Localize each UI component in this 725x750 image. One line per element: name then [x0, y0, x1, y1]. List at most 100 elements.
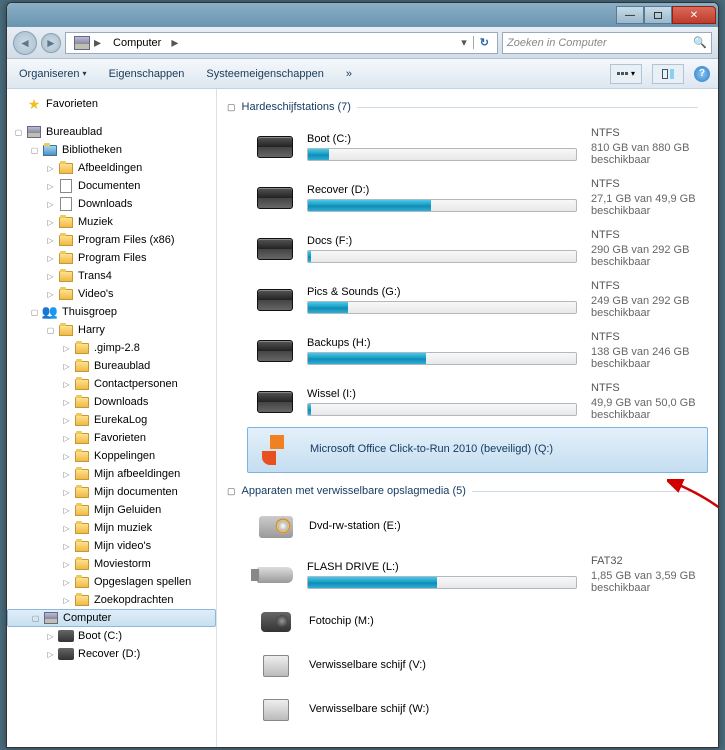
- expander-icon[interactable]: ▢: [45, 325, 56, 336]
- tree-item[interactable]: ▷Program Files (x86): [7, 231, 216, 249]
- help-button[interactable]: ?: [694, 66, 710, 82]
- tree-item[interactable]: ▢Bureaublad: [7, 123, 216, 141]
- tree-item[interactable]: ▷Opgeslagen spellen: [7, 573, 216, 591]
- tree-item[interactable]: ▷Documenten: [7, 177, 216, 195]
- expander-icon[interactable]: ▷: [61, 505, 72, 516]
- expander-icon[interactable]: ▷: [45, 271, 56, 282]
- path-segment-computer[interactable]: Computer▸: [107, 33, 184, 53]
- expander-icon[interactable]: ▢: [29, 307, 40, 318]
- tree-item[interactable]: ▢Computer: [7, 609, 216, 627]
- expander-icon[interactable]: ▷: [61, 451, 72, 462]
- expander-icon[interactable]: ▷: [45, 631, 56, 642]
- tree-item[interactable]: ▷.gimp-2.8: [7, 339, 216, 357]
- expander-icon[interactable]: ▷: [45, 289, 56, 300]
- expander-icon[interactable]: ▷: [45, 649, 56, 660]
- drive-item[interactable]: Dvd-rw-station (E:): [227, 505, 718, 549]
- tree-item[interactable]: ★Favorieten: [7, 95, 216, 113]
- tree-item[interactable]: ▷Muziek: [7, 213, 216, 231]
- expander-icon[interactable]: ▷: [45, 253, 56, 264]
- tree-item[interactable]: ▷Downloads: [7, 195, 216, 213]
- drive-item[interactable]: Verwisselbare schijf (V:): [227, 644, 718, 688]
- forward-button[interactable]: ►: [41, 33, 61, 53]
- expander-icon[interactable]: ▷: [61, 523, 72, 534]
- preview-pane-button[interactable]: [652, 64, 684, 84]
- tree-item[interactable]: ▷Afbeeldingen: [7, 159, 216, 177]
- path-root[interactable]: ▸: [68, 33, 107, 53]
- expander-icon[interactable]: ▷: [45, 199, 56, 210]
- drive-item-office-q[interactable]: Microsoft Office Click-to-Run 2010 (beve…: [247, 427, 708, 473]
- tree-item[interactable]: ▷Favorieten: [7, 429, 216, 447]
- tree-item[interactable]: ▷Bureaublad: [7, 357, 216, 375]
- system-properties-button[interactable]: Systeemeigenschappen: [202, 66, 327, 82]
- tree-item[interactable]: ▷Mijn documenten: [7, 483, 216, 501]
- tree-item[interactable]: ▷Mijn muziek: [7, 519, 216, 537]
- tree-icon: [58, 196, 74, 212]
- tree-item[interactable]: ▷Program Files: [7, 249, 216, 267]
- tree-item[interactable]: ▢Harry: [7, 321, 216, 339]
- view-options-button[interactable]: ▾: [610, 64, 642, 84]
- expander-icon[interactable]: ▷: [61, 541, 72, 552]
- expander-icon[interactable]: ▷: [61, 469, 72, 480]
- drive-item[interactable]: Verwisselbare schijf (W:): [227, 688, 718, 732]
- back-button[interactable]: ◄: [13, 31, 37, 55]
- expander-icon[interactable]: ▢: [13, 127, 24, 138]
- organize-menu[interactable]: Organiseren ▾: [15, 66, 91, 82]
- expander-icon[interactable]: ▷: [61, 433, 72, 444]
- refresh-button[interactable]: ↻: [473, 36, 495, 49]
- expander-icon[interactable]: ▢: [30, 613, 41, 624]
- tree-item[interactable]: ▷Trans4: [7, 267, 216, 285]
- tree-icon: [74, 556, 90, 572]
- expander-icon[interactable]: ▷: [61, 379, 72, 390]
- tree-item[interactable]: ▷Mijn afbeeldingen: [7, 465, 216, 483]
- tree-item[interactable]: ▢Bibliotheken: [7, 141, 216, 159]
- tree-item[interactable]: ▷Zoekopdrachten: [7, 591, 216, 609]
- tree-icon: [74, 340, 90, 356]
- expander-icon[interactable]: ▷: [45, 235, 56, 246]
- address-bar[interactable]: ▸ Computer▸ ▾ ↻: [65, 32, 498, 54]
- tree-item[interactable]: ▷Mijn video's: [7, 537, 216, 555]
- drive-item[interactable]: Pics & Sounds (G:) NTFS 249 GB van 292 G…: [227, 274, 718, 325]
- titlebar[interactable]: — ✕: [7, 3, 718, 27]
- tree-item[interactable]: ▷Recover (D:): [7, 645, 216, 663]
- expander-icon[interactable]: ▷: [61, 361, 72, 372]
- properties-button[interactable]: Eigenschappen: [105, 66, 189, 82]
- maximize-button[interactable]: [644, 6, 672, 24]
- close-button[interactable]: ✕: [672, 6, 716, 24]
- tree-item[interactable]: ▢👥Thuisgroep: [7, 303, 216, 321]
- content-pane[interactable]: ▢ Hardeschijfstations (7) Boot (C:) NTFS…: [217, 89, 718, 747]
- expander-icon[interactable]: ▷: [61, 397, 72, 408]
- toolbar-overflow[interactable]: »: [342, 66, 356, 82]
- expander-icon[interactable]: ▷: [61, 577, 72, 588]
- address-dropdown[interactable]: ▾: [455, 36, 473, 49]
- tree-item[interactable]: ▷Moviestorm: [7, 555, 216, 573]
- expander-icon[interactable]: ▷: [61, 343, 72, 354]
- drive-item[interactable]: Backups (H:) NTFS 138 GB van 246 GB besc…: [227, 325, 718, 376]
- search-input[interactable]: Zoeken in Computer 🔍: [502, 32, 712, 54]
- tree-item[interactable]: ▷Mijn Geluiden: [7, 501, 216, 519]
- tree-item[interactable]: ▷Downloads: [7, 393, 216, 411]
- expander-icon[interactable]: ▷: [61, 487, 72, 498]
- expander-icon[interactable]: ▷: [61, 559, 72, 570]
- drive-item[interactable]: Fotochip (M:): [227, 600, 718, 644]
- minimize-button[interactable]: —: [616, 6, 644, 24]
- navigation-tree[interactable]: ★Favorieten ▢Bureaublad▢Bibliotheken▷Afbe…: [7, 89, 217, 747]
- group-header-hdd[interactable]: ▢ Hardeschijfstations (7): [227, 97, 718, 117]
- expander-icon[interactable]: ▷: [45, 163, 56, 174]
- tree-item[interactable]: ▷EurekaLog: [7, 411, 216, 429]
- drive-item[interactable]: FLASH DRIVE (L:) FAT32 1,85 GB van 3,59 …: [227, 549, 718, 600]
- drive-item[interactable]: Docs (F:) NTFS 290 GB van 292 GB beschik…: [227, 223, 718, 274]
- drive-item[interactable]: Wissel (I:) NTFS 49,9 GB van 50,0 GB bes…: [227, 376, 718, 427]
- expander-icon[interactable]: ▷: [45, 181, 56, 192]
- expander-icon[interactable]: ▢: [29, 145, 40, 156]
- group-header-removable[interactable]: ▢ Apparaten met verwisselbare opslagmedi…: [227, 481, 718, 501]
- tree-item[interactable]: ▷Contactpersonen: [7, 375, 216, 393]
- expander-icon[interactable]: ▷: [45, 217, 56, 228]
- tree-item[interactable]: ▷Boot (C:): [7, 627, 216, 645]
- tree-item[interactable]: ▷Video's: [7, 285, 216, 303]
- drive-item[interactable]: Boot (C:) NTFS 810 GB van 880 GB beschik…: [227, 121, 718, 172]
- expander-icon[interactable]: [13, 99, 24, 110]
- expander-icon[interactable]: ▷: [61, 595, 72, 606]
- expander-icon[interactable]: ▷: [61, 415, 72, 426]
- drive-item[interactable]: Recover (D:) NTFS 27,1 GB van 49,9 GB be…: [227, 172, 718, 223]
- tree-item[interactable]: ▷Koppelingen: [7, 447, 216, 465]
